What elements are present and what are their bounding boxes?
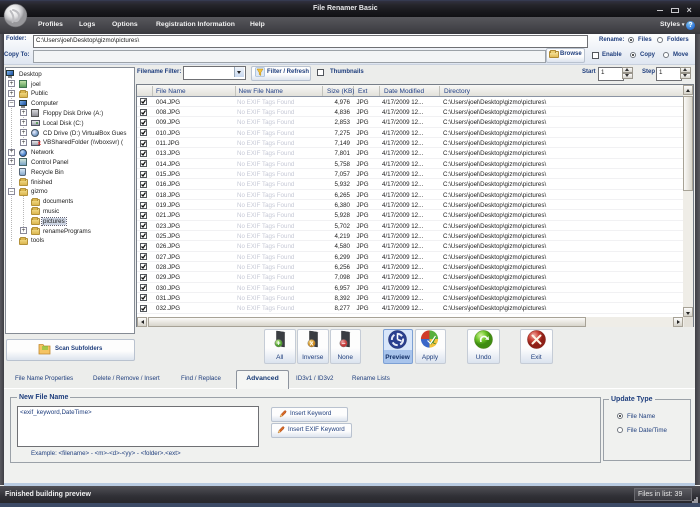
svg-text:+: +: [276, 341, 280, 348]
svg-text:–: –: [342, 341, 346, 348]
svg-text:x: x: [309, 341, 313, 348]
